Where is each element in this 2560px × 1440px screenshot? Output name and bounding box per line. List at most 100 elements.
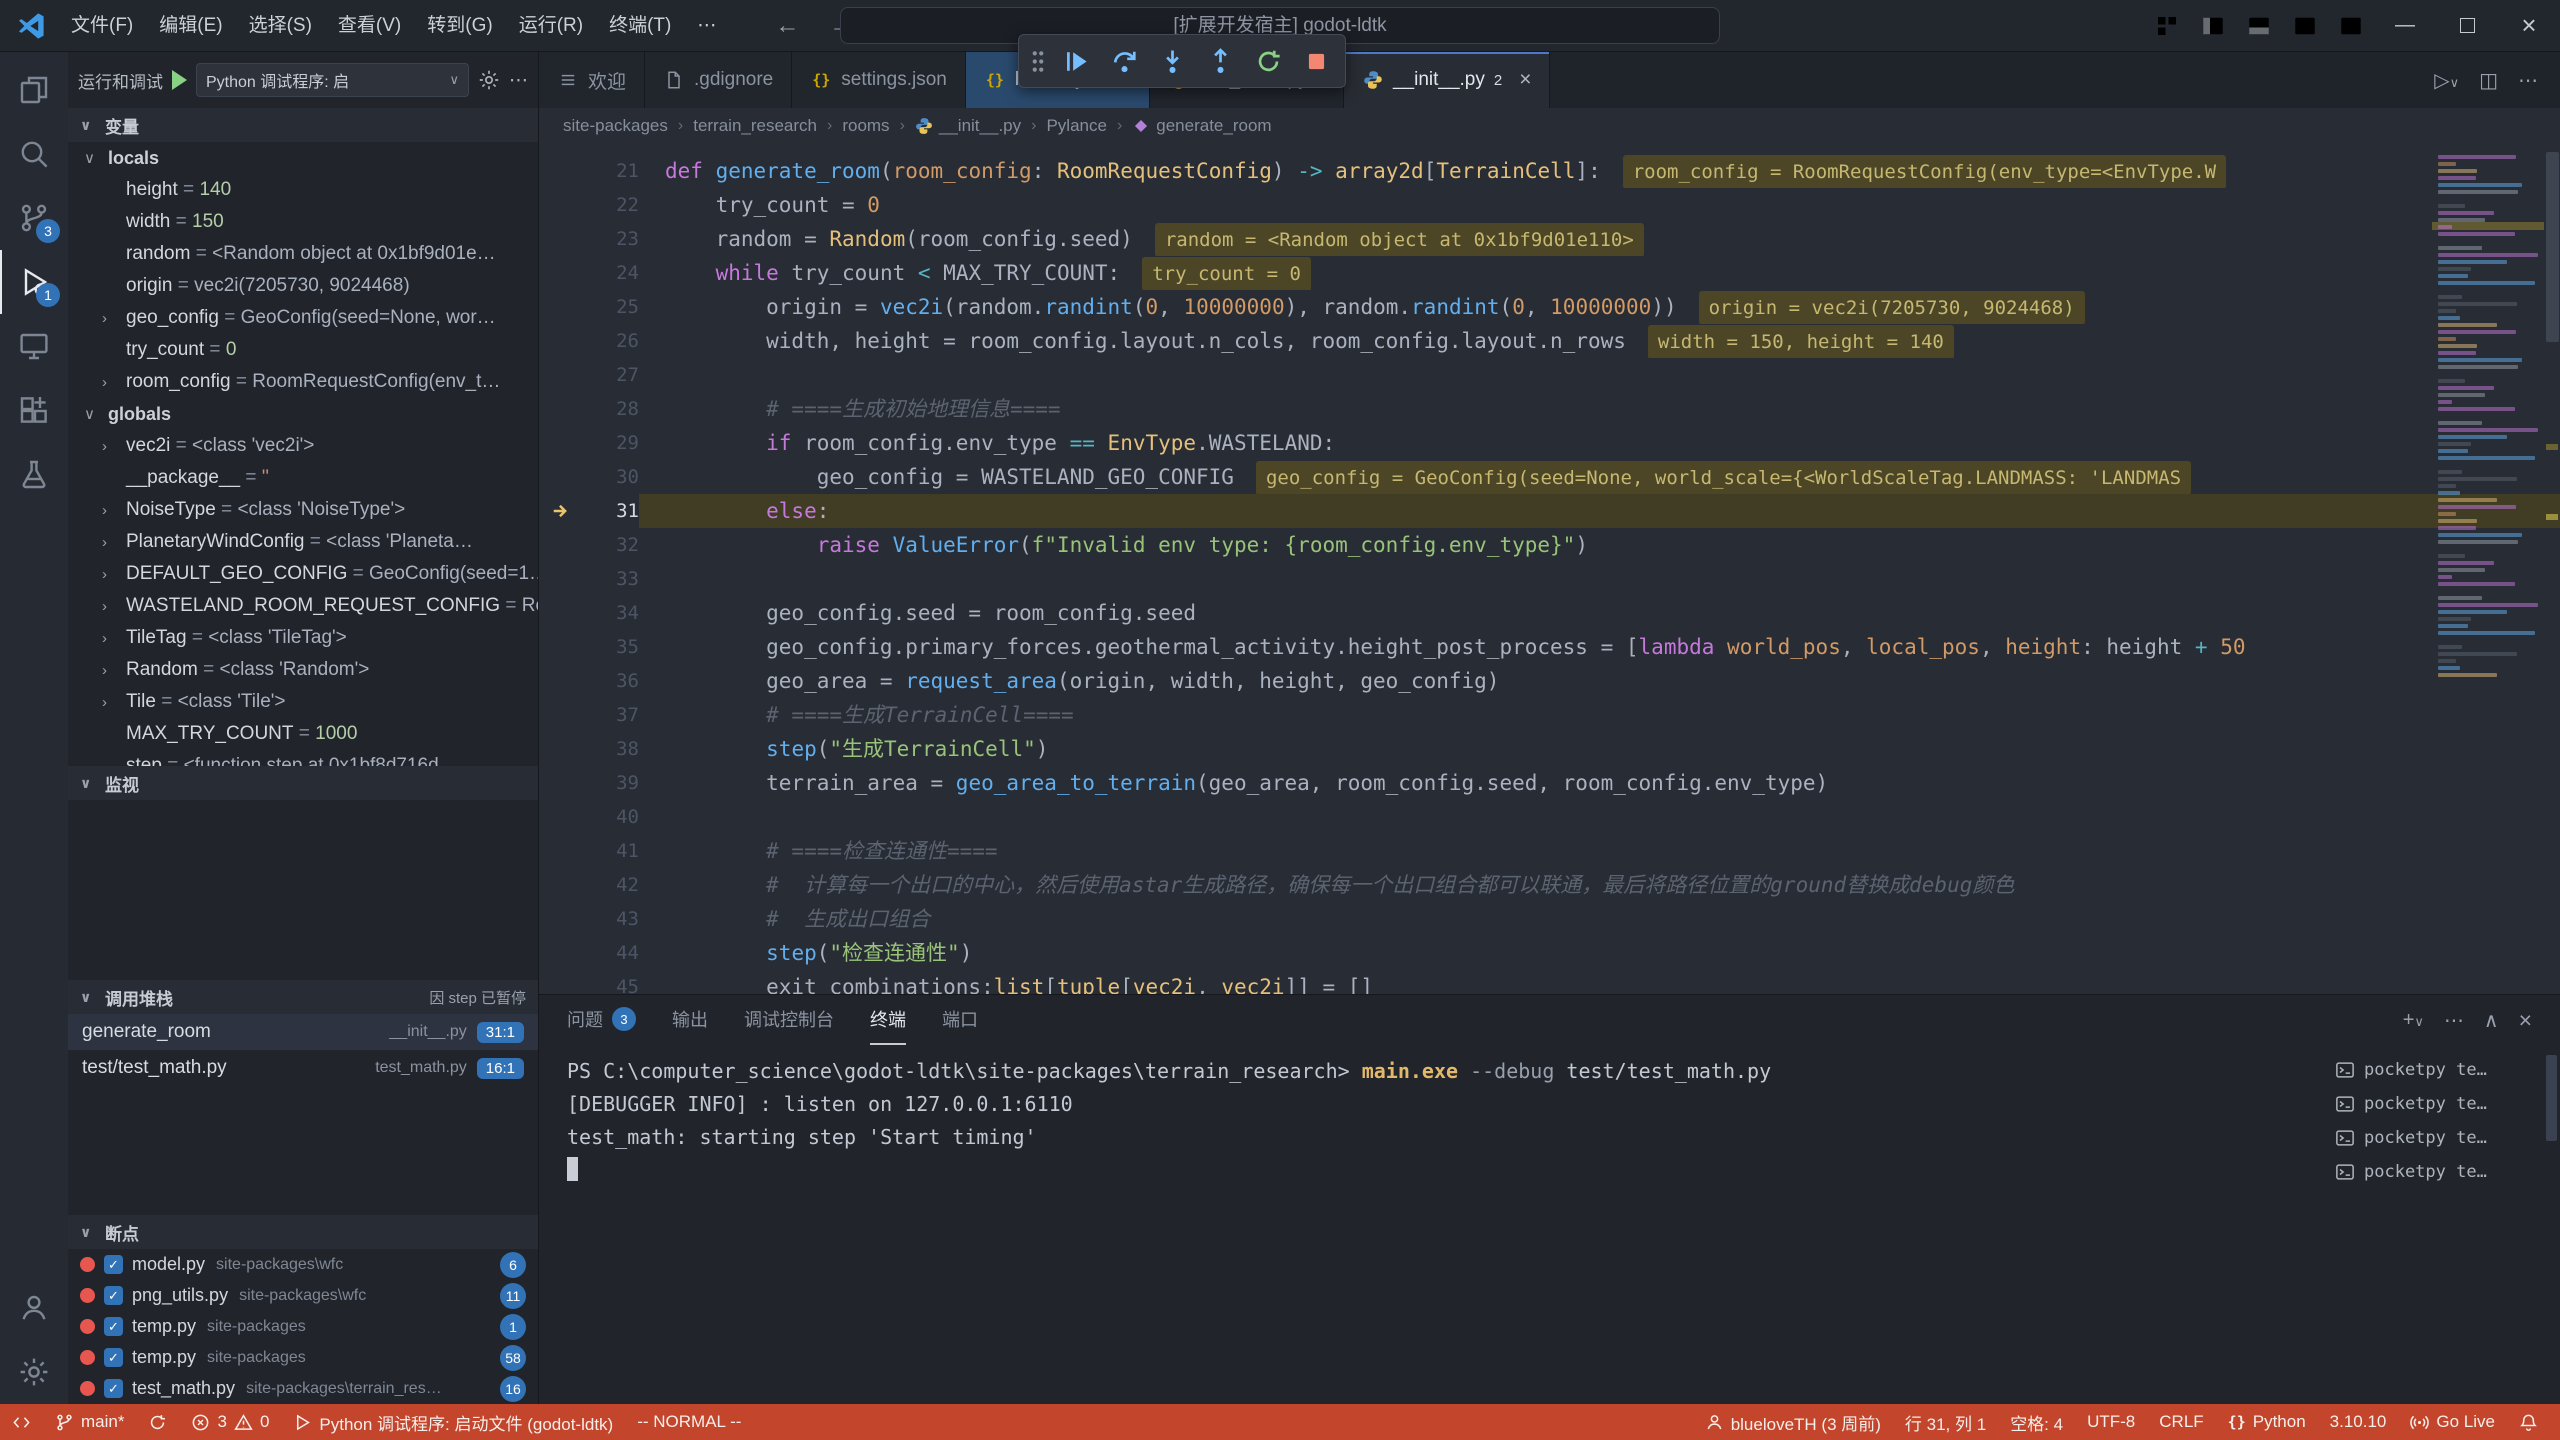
breadcrumb-item[interactable]: site-packages bbox=[563, 116, 668, 136]
breakpoint-checkbox[interactable]: ✓ bbox=[104, 1348, 123, 1367]
sidebar-more-icon[interactable]: ⋯ bbox=[509, 69, 528, 92]
glyph-margin[interactable] bbox=[539, 154, 585, 188]
menu-item[interactable]: ⋯ bbox=[684, 0, 729, 51]
terminal-tab-item[interactable]: pocketpy te… bbox=[2335, 1087, 2530, 1121]
glyph-margin[interactable] bbox=[539, 426, 585, 460]
breakpoint-model.py[interactable]: ✓model.pysite-packages\wfc6 bbox=[68, 1249, 538, 1280]
breadcrumb-item[interactable]: Pylance bbox=[1046, 116, 1106, 136]
panel-tab-终端[interactable]: 终端 bbox=[870, 995, 906, 1045]
glyph-margin[interactable] bbox=[539, 902, 585, 936]
settings-gear-icon[interactable] bbox=[0, 1340, 68, 1404]
debug-continue-icon[interactable] bbox=[1053, 39, 1099, 83]
glyph-margin[interactable] bbox=[539, 562, 585, 596]
copilot-icon[interactable] bbox=[2144, 4, 2190, 48]
panel-maximize-icon[interactable]: ∧ bbox=[2484, 1008, 2499, 1033]
overview-ruler[interactable] bbox=[2544, 144, 2560, 994]
status-UTF-8[interactable]: UTF-8 bbox=[2075, 1404, 2147, 1440]
activity-remote-explorer-icon[interactable] bbox=[0, 314, 68, 378]
variable-step[interactable]: step = <function step at 0x1bf8d716d… bbox=[68, 750, 538, 766]
tab-欢迎[interactable]: 欢迎 bbox=[539, 52, 645, 108]
status-sync[interactable] bbox=[136, 1404, 179, 1440]
toolbar-drag-handle[interactable] bbox=[1025, 39, 1051, 83]
variable-random[interactable]: random = <Random object at 0x1bf9d01e… bbox=[68, 238, 538, 270]
glyph-margin[interactable] bbox=[539, 256, 585, 290]
minimize-button[interactable]: — bbox=[2374, 0, 2436, 52]
breakpoint-temp.py[interactable]: ✓temp.pysite-packages58 bbox=[68, 1342, 538, 1373]
variable-TileTag[interactable]: ›TileTag = <class 'TileTag'> bbox=[68, 622, 538, 654]
glyph-margin[interactable] bbox=[539, 868, 585, 902]
breadcrumb-item[interactable]: terrain_research bbox=[693, 116, 817, 136]
watch-section-header[interactable]: ∨ 监视 bbox=[68, 766, 538, 800]
status-行 31, 列 1[interactable]: 行 31, 列 1 bbox=[1893, 1404, 1998, 1440]
breakpoint-temp.py[interactable]: ✓temp.pysite-packages1 bbox=[68, 1311, 538, 1342]
activity-testing-icon[interactable] bbox=[0, 442, 68, 506]
variable-origin[interactable]: origin = vec2i(7205730, 9024468) bbox=[68, 270, 538, 302]
variable-DEFAULT_GEO_CONFIG[interactable]: ›DEFAULT_GEO_CONFIG = GeoConfig(seed=1… bbox=[68, 558, 538, 590]
accounts-icon[interactable] bbox=[0, 1276, 68, 1340]
debug-step-into-icon[interactable] bbox=[1149, 39, 1195, 83]
toggle-sidebar-icon[interactable] bbox=[2190, 4, 2236, 48]
glyph-margin[interactable] bbox=[539, 664, 585, 698]
start-debug-icon[interactable] bbox=[172, 70, 187, 90]
activity-run-debug-icon[interactable]: 1 bbox=[0, 250, 68, 314]
new-terminal-icon[interactable]: +∨ bbox=[2403, 1009, 2424, 1032]
variable-Random[interactable]: ›Random = <class 'Random'> bbox=[68, 654, 538, 686]
glyph-margin[interactable] bbox=[539, 222, 585, 256]
breadcrumb-item[interactable]: rooms bbox=[842, 116, 889, 136]
activity-source-control-icon[interactable]: 3 bbox=[0, 186, 68, 250]
status-3[interactable]: 30 bbox=[179, 1404, 281, 1440]
glyph-margin[interactable] bbox=[539, 358, 585, 392]
status-blueloveTH (3 周前)[interactable]: blueloveTH (3 周前) bbox=[1693, 1404, 1893, 1440]
status-CRLF[interactable]: CRLF bbox=[2147, 1404, 2215, 1440]
activity-explorer-icon[interactable] bbox=[0, 58, 68, 122]
variable-Tile[interactable]: ›Tile = <class 'Tile'> bbox=[68, 686, 538, 718]
panel-tab-输出[interactable]: 输出 bbox=[672, 995, 708, 1045]
panel-tab-调试控制台[interactable]: 调试控制台 bbox=[744, 995, 834, 1045]
breakpoint-checkbox[interactable]: ✓ bbox=[104, 1379, 123, 1398]
variable-width[interactable]: width = 150 bbox=[68, 206, 538, 238]
customize-layout-icon[interactable] bbox=[2328, 4, 2374, 48]
variable-NoiseType[interactable]: ›NoiseType = <class 'NoiseType'> bbox=[68, 494, 538, 526]
debug-config-select[interactable]: Python 调试程序: 启 ∨ bbox=[196, 63, 469, 97]
glyph-margin[interactable] bbox=[539, 188, 585, 222]
breakpoint-checkbox[interactable]: ✓ bbox=[104, 1317, 123, 1336]
panel-more-icon[interactable]: ⋯ bbox=[2444, 1008, 2464, 1033]
callstack-section-header[interactable]: ∨ 调用堆栈 因 step 已暂停 bbox=[68, 980, 538, 1014]
activity-extensions-icon[interactable] bbox=[0, 378, 68, 442]
breadcrumb-item[interactable]: generate_room bbox=[1132, 116, 1271, 136]
run-python-file-icon[interactable]: ▷∨ bbox=[2434, 68, 2459, 93]
variable-PlanetaryWindConfig[interactable]: ›PlanetaryWindConfig = <class 'Planeta… bbox=[68, 526, 538, 558]
terminal-tab-item[interactable]: pocketpy te… bbox=[2335, 1053, 2530, 1087]
variable-__package__[interactable]: __package__ = '' bbox=[68, 462, 538, 494]
activity-search-icon[interactable] bbox=[0, 122, 68, 186]
tab-settings.json[interactable]: {}settings.json bbox=[792, 52, 966, 108]
breakpoint-checkbox[interactable]: ✓ bbox=[104, 1255, 123, 1274]
menu-item[interactable]: 选择(S) bbox=[236, 0, 325, 51]
panel-close-icon[interactable]: × bbox=[2519, 1007, 2532, 1034]
terminal-tab-item[interactable]: pocketpy te… bbox=[2335, 1155, 2530, 1189]
breakpoint-test_math.py[interactable]: ✓test_math.pysite-packages\terrain_res…1… bbox=[68, 1373, 538, 1404]
breakpoints-section-header[interactable]: ∨ 断点 bbox=[68, 1215, 538, 1249]
menu-item[interactable]: 文件(F) bbox=[58, 0, 146, 51]
debug-stop-icon[interactable] bbox=[1293, 39, 1339, 83]
status-Go Live[interactable]: Go Live bbox=[2398, 1404, 2507, 1440]
panel-tab-问题[interactable]: 问题3 bbox=[567, 995, 636, 1045]
variable-room_config[interactable]: ›room_config = RoomRequestConfig(env_t… bbox=[68, 366, 538, 398]
glyph-margin[interactable] bbox=[539, 936, 585, 970]
panel-tab-端口[interactable]: 端口 bbox=[942, 995, 978, 1045]
glyph-margin[interactable] bbox=[539, 970, 585, 994]
stack-frame-generate_room[interactable]: generate_room__init__.py31:1 bbox=[68, 1014, 538, 1050]
current-line-arrow-icon[interactable] bbox=[539, 494, 585, 528]
glyph-margin[interactable] bbox=[539, 528, 585, 562]
glyph-margin[interactable] bbox=[539, 290, 585, 324]
status-3.10.10[interactable]: 3.10.10 bbox=[2318, 1404, 2399, 1440]
breakpoint-checkbox[interactable]: ✓ bbox=[104, 1286, 123, 1305]
glyph-margin[interactable] bbox=[539, 732, 585, 766]
tab-__init__.py[interactable]: __init__.py2× bbox=[1344, 52, 1551, 108]
status-remote[interactable] bbox=[0, 1404, 43, 1440]
variable-try_count[interactable]: try_count = 0 bbox=[68, 334, 538, 366]
close-tab-icon[interactable]: × bbox=[1519, 68, 1531, 92]
glyph-margin[interactable] bbox=[539, 392, 585, 426]
variable-vec2i[interactable]: ›vec2i = <class 'vec2i'> bbox=[68, 430, 538, 462]
glyph-margin[interactable] bbox=[539, 698, 585, 732]
